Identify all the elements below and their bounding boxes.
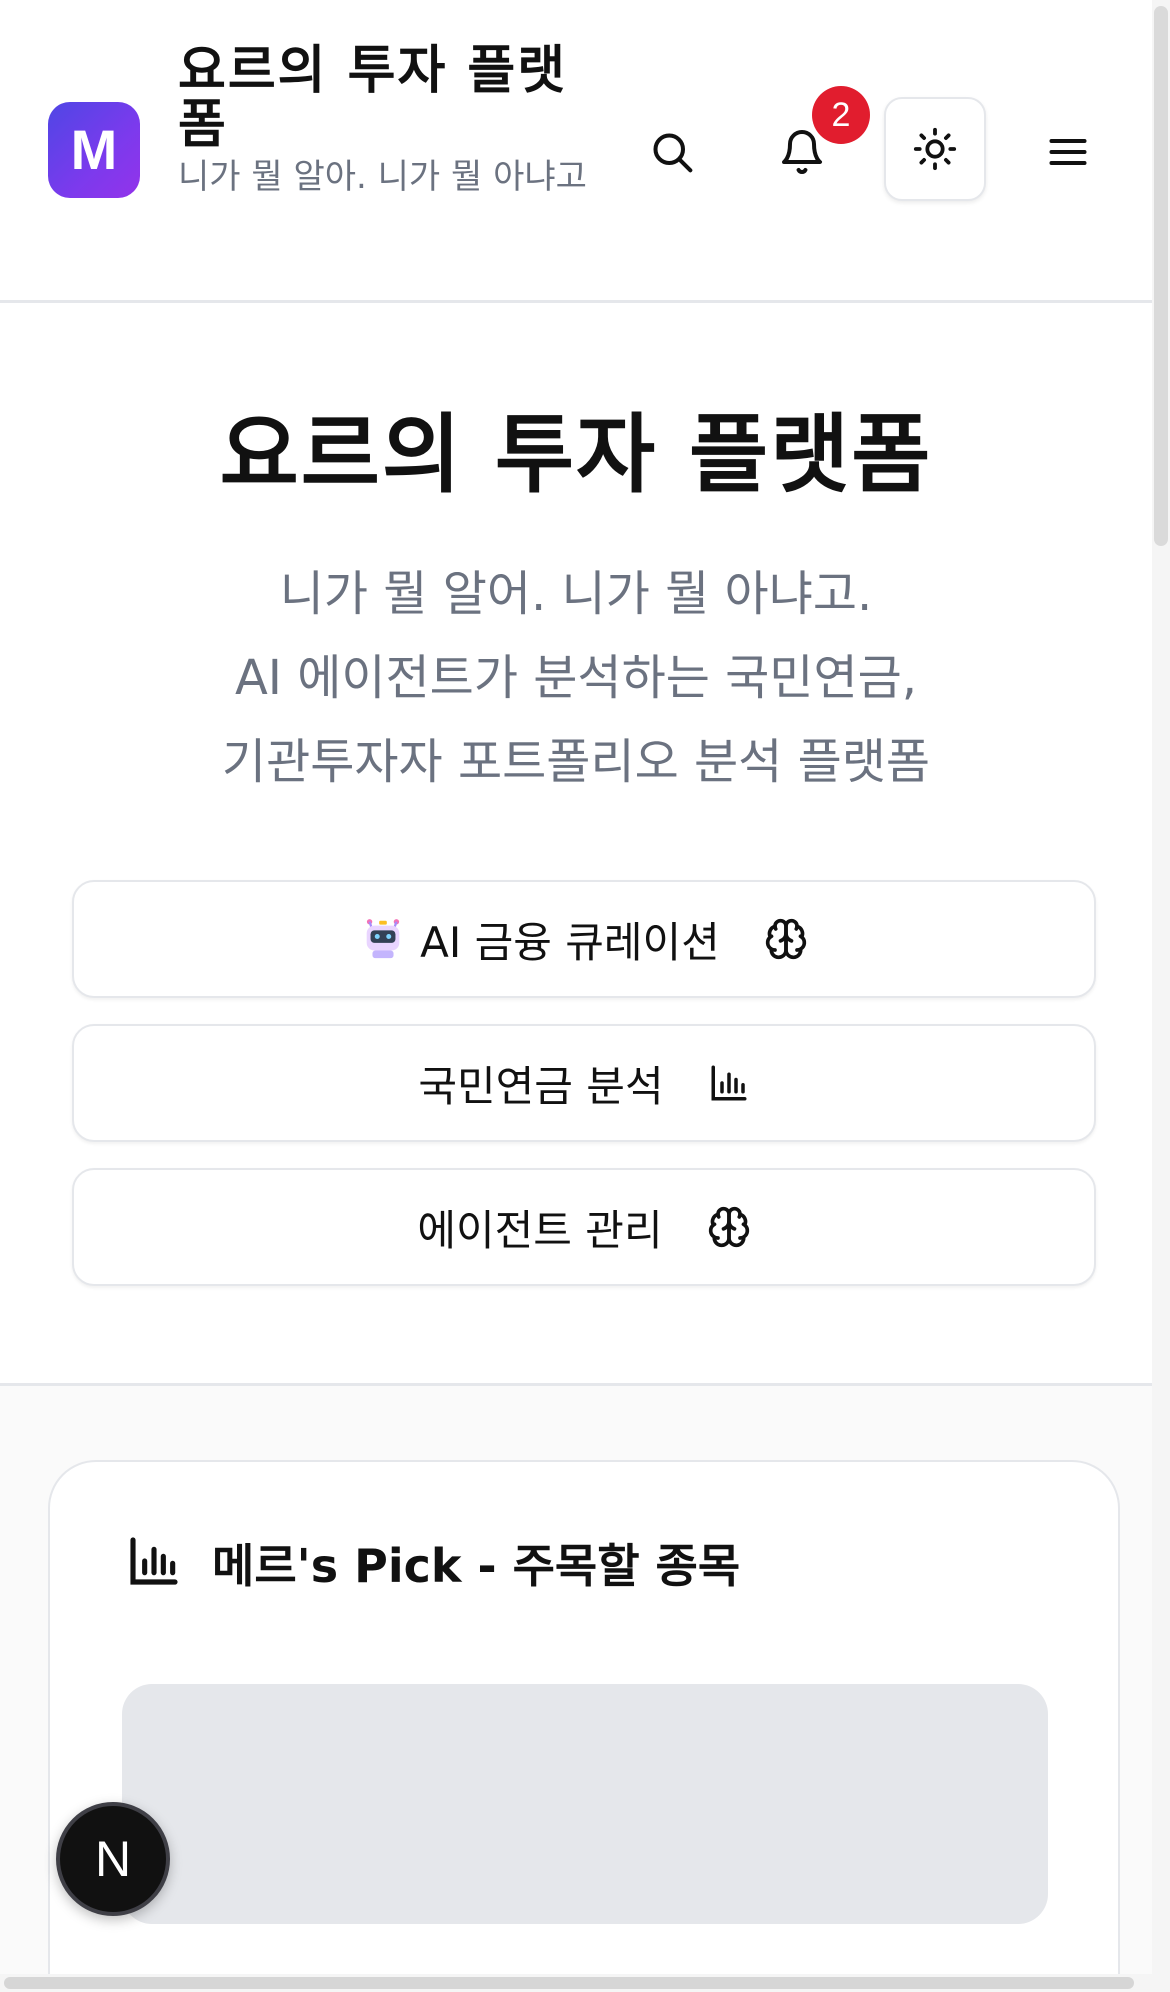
fab-label: N [94, 1831, 132, 1887]
hero-description-line: 기관투자자 포트폴리오 분석 플랫폼 [221, 734, 931, 790]
menu-button[interactable] [1018, 102, 1118, 202]
hero-description: 니가 뭘 알어. 니가 뭘 아냐고. AI 에이전트가 분석하는 국민연금, 기… [0, 552, 1152, 804]
robot-icon [360, 916, 406, 962]
ai-curation-button[interactable]: AI 금융 큐레이션 [72, 880, 1096, 998]
bar-chart-icon [708, 1062, 750, 1104]
sun-icon [912, 126, 958, 172]
hamburger-menu-icon [1046, 130, 1090, 174]
brand-title[interactable]: 요르의 투자 플랫폼 [178, 44, 608, 152]
page: M 요르의 투자 플랫폼 니가 뭘 알아. 니가 뭘 아냐고 2 요르의 투자 … [0, 0, 1152, 1992]
notification-badge: 2 [812, 86, 870, 144]
hero-title: 요르의 투자 플랫폼 [219, 405, 933, 505]
bell-icon [778, 128, 826, 176]
hero-description-line: 니가 뭘 알어. 니가 뭘 아냐고. [279, 566, 873, 622]
brain-icon [764, 917, 808, 961]
agent-management-label: 에이전트 관리 [417, 1205, 663, 1255]
app-logo[interactable]: M [48, 102, 140, 198]
hero-description-line: AI 에이전트가 분석하는 국민연금, [234, 650, 918, 706]
vertical-scrollbar-thumb[interactable] [1154, 6, 1168, 546]
ai-curation-label: AI 금융 큐레이션 [420, 917, 720, 967]
agent-management-button[interactable]: 에이전트 관리 [72, 1168, 1096, 1286]
brain-icon [707, 1205, 751, 1249]
loading-skeleton [122, 1684, 1048, 1924]
search-button[interactable] [622, 102, 722, 202]
top-header: M 요르의 투자 플랫폼 니가 뭘 알아. 니가 뭘 아냐고 2 [0, 0, 1152, 303]
pick-card-header: 메르's Pick - 주목할 종목 [126, 1530, 740, 1596]
nps-analysis-label: 국민연금 분석 [418, 1061, 664, 1111]
brand-subtitle: 니가 뭘 알아. 니가 뭘 아냐고 [178, 157, 587, 197]
next-dev-tools-button[interactable]: N [56, 1802, 170, 1916]
horizontal-scrollbar-thumb[interactable] [4, 1977, 1134, 1989]
nps-analysis-button[interactable]: 국민연금 분석 [72, 1024, 1096, 1142]
theme-toggle-button[interactable] [884, 97, 986, 201]
pick-card-title: 메르's Pick - 주목할 종목 [212, 1539, 741, 1593]
bar-chart-icon [126, 1533, 182, 1593]
search-icon [650, 130, 694, 174]
